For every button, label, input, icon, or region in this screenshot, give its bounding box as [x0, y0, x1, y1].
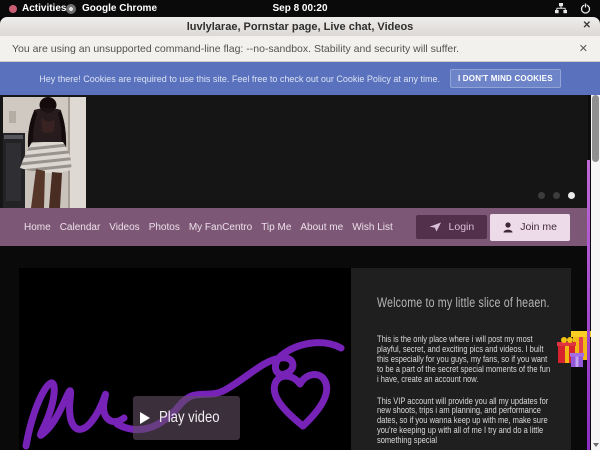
- window-close-button[interactable]: ✕: [583, 20, 591, 31]
- system-top-bar: Activities Google Chrome Sep 8 00:20: [0, 0, 600, 17]
- join-me-label: Join me: [520, 221, 557, 233]
- infobar-message: You are using an unsupported command-lin…: [12, 43, 459, 55]
- scrollbar[interactable]: [591, 95, 600, 450]
- send-icon: [429, 222, 442, 232]
- join-me-button[interactable]: Join me: [490, 214, 570, 241]
- page-viewport: Home Calendar Videos Photos My FanCentro…: [0, 95, 600, 450]
- nav-item-calendar[interactable]: Calendar: [60, 222, 101, 233]
- carousel-dots: [538, 192, 575, 199]
- about-paragraph-1: This is the only place where i will post…: [377, 335, 552, 385]
- window-titlebar: luvlylarae, Pornstar page, Live chat, Vi…: [0, 17, 600, 36]
- hero-banner: [0, 95, 588, 208]
- chrome-icon: [66, 4, 76, 14]
- clock[interactable]: Sep 8 00:20: [272, 3, 327, 14]
- play-icon: [140, 412, 150, 424]
- nav-item-videos[interactable]: Videos: [109, 222, 139, 233]
- video-panel: Play video: [19, 268, 351, 450]
- person-icon: [503, 222, 513, 233]
- nav-item-home[interactable]: Home: [24, 222, 51, 233]
- carousel-dot-1[interactable]: [538, 192, 545, 199]
- network-icon[interactable]: [555, 3, 567, 14]
- welcome-heading: Welcome to my little slice of heaen.: [377, 295, 567, 310]
- app-menu-label: Google Chrome: [82, 3, 157, 14]
- window-title: luvlylarae, Pornstar page, Live chat, Vi…: [187, 21, 414, 33]
- activities-button[interactable]: Activities: [9, 3, 66, 14]
- system-tray[interactable]: [555, 3, 591, 14]
- nav-item-my-fancentro[interactable]: My FanCentro: [189, 222, 252, 233]
- infobar-close-icon[interactable]: ✕: [579, 42, 588, 55]
- hero-photo: [3, 97, 86, 208]
- scrollbar-thumb[interactable]: [592, 95, 599, 162]
- scrollbar-down-arrow-icon[interactable]: [593, 443, 599, 447]
- play-video-label: Play video: [159, 409, 220, 427]
- nav-item-about-me[interactable]: About me: [300, 222, 343, 233]
- activities-indicator-icon: [9, 5, 17, 13]
- main-content: Play video Welcome to my little slice of…: [0, 246, 588, 450]
- unsupported-flag-infobar: You are using an unsupported command-lin…: [0, 36, 600, 62]
- carousel-dot-2[interactable]: [553, 192, 560, 199]
- nav-item-photos[interactable]: Photos: [149, 222, 180, 233]
- activities-label: Activities: [22, 3, 66, 14]
- nav-item-tip-me[interactable]: Tip Me: [261, 222, 291, 233]
- cookie-consent-bar: Hey there! Cookies are required to use t…: [0, 62, 600, 95]
- cookie-accept-button[interactable]: I DON'T MIND COOKIES: [450, 69, 561, 88]
- login-button[interactable]: Login: [416, 215, 488, 239]
- power-icon[interactable]: [580, 3, 591, 14]
- about-paragraph-2: This VIP account will provide you all my…: [377, 397, 552, 447]
- play-video-button[interactable]: Play video: [133, 396, 240, 440]
- login-label: Login: [449, 221, 475, 233]
- about-panel: Welcome to my little slice of heaen. Thi…: [351, 268, 571, 450]
- app-menu-button[interactable]: Google Chrome: [66, 3, 157, 14]
- cookie-message: Hey there! Cookies are required to use t…: [39, 74, 440, 84]
- page-edge-accent: [587, 160, 590, 450]
- carousel-dot-3-active[interactable]: [568, 192, 575, 199]
- site-nav: Home Calendar Videos Photos My FanCentro…: [0, 208, 588, 246]
- nav-item-wish-list[interactable]: Wish List: [352, 222, 393, 233]
